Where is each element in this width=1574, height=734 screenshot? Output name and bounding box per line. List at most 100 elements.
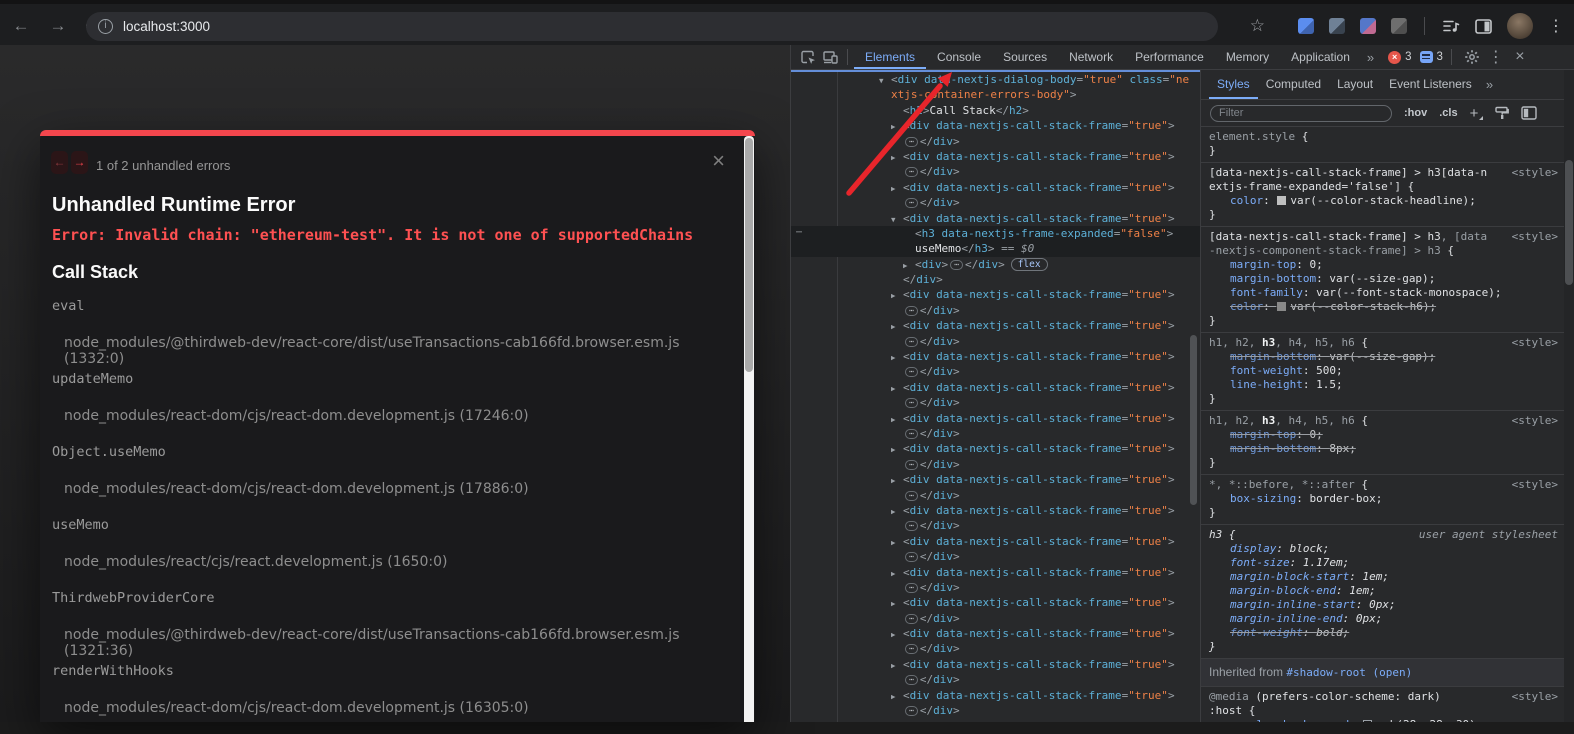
tree-row-frame_open[interactable]: ▶<div data-nextjs-call-stack-frame="true… <box>791 118 1200 133</box>
tree-row-frame_open[interactable]: ▶<div data-nextjs-call-stack-frame="true… <box>791 349 1200 364</box>
tree-row-frame_open[interactable]: ▶<div data-nextjs-call-stack-frame="true… <box>791 626 1200 641</box>
expand-arrow-icon[interactable]: ▶ <box>891 689 903 703</box>
tree-row-frame_open[interactable]: ▶<div data-nextjs-call-stack-frame="true… <box>791 441 1200 456</box>
sidebar-more-tabs-icon[interactable]: » <box>1480 77 1499 92</box>
rule-origin-link[interactable]: <style> <box>1512 166 1558 180</box>
rule-origin-link[interactable]: <style> <box>1512 230 1558 244</box>
selected-node-more-icon[interactable]: ⋯ <box>796 226 803 240</box>
collapsed-content-icon[interactable]: ⋯ <box>905 306 918 316</box>
expand-arrow-icon[interactable]: ▶ <box>903 258 915 272</box>
tree-row-h3_open[interactable]: ⋯<h3 data-nextjs-frame-expanded="false"> <box>791 226 1200 241</box>
tree-row-h2_line[interactable]: <h2>Call Stack</h2> <box>791 103 1200 118</box>
device-toolbar-icon[interactable] <box>819 47 841 67</box>
color-swatch[interactable] <box>1277 196 1286 205</box>
tree-row-frame_close[interactable]: ⋯</div> <box>791 364 1200 379</box>
dialog-scrollbar-thumb[interactable] <box>745 138 753 372</box>
collapsed-content-icon[interactable]: ⋯ <box>905 644 918 654</box>
style-property[interactable]: margin-inline-end: 0px; <box>1209 612 1556 626</box>
devtools-tab-performance[interactable]: Performance <box>1124 45 1215 69</box>
browser-menu-icon[interactable]: ⋮ <box>1548 16 1564 36</box>
back-button[interactable]: ← <box>10 16 32 36</box>
toggle-element-state-button[interactable]: :hov <box>1404 107 1427 119</box>
style-property[interactable]: margin-bottom: 8px; <box>1209 442 1556 456</box>
tree-row-root_open[interactable]: ▼<div data-nextjs-dialog-body="true" cla… <box>791 72 1200 87</box>
expand-arrow-icon[interactable]: ▶ <box>891 596 903 610</box>
tree-row-frame_open[interactable]: ▶<div data-nextjs-call-stack-frame="true… <box>791 180 1200 195</box>
tree-row-frame_open[interactable]: ▶<div data-nextjs-call-stack-frame="true… <box>791 318 1200 333</box>
style-property[interactable]: margin-bottom: var(--size-gap); <box>1209 272 1556 286</box>
rule-selector[interactable]: [data-nextjs-call-stack-frame] > h3[data… <box>1209 166 1556 194</box>
style-property[interactable]: margin-bottom: var(--size-gap); <box>1209 350 1556 364</box>
rule-selector[interactable]: element.style { <box>1209 130 1556 144</box>
bookmark-star-icon[interactable]: ☆ <box>1250 16 1265 36</box>
tree-row-frame_close[interactable]: ⋯</div> <box>791 395 1200 410</box>
tree-row-frame_close[interactable]: ⋯</div> <box>791 303 1200 318</box>
tree-row-frame_close[interactable]: ⋯</div> <box>791 672 1200 687</box>
style-property[interactable]: --color-background: rgb(28, 28, 30); <box>1209 718 1556 722</box>
tree-row-frame_open[interactable]: ▶<div data-nextjs-call-stack-frame="true… <box>791 688 1200 703</box>
devtools-tab-sources[interactable]: Sources <box>992 45 1058 69</box>
tree-row-frame_open[interactable]: ▶<div data-nextjs-call-stack-frame="true… <box>791 472 1200 487</box>
style-property[interactable]: margin-inline-start: 0px; <box>1209 598 1556 612</box>
devtools-tab-elements[interactable]: Elements <box>854 45 926 69</box>
expand-arrow-icon[interactable]: ▶ <box>891 504 903 518</box>
rule-origin-link[interactable]: <style> <box>1512 336 1558 350</box>
extension-icon-2[interactable] <box>1329 18 1345 34</box>
style-property[interactable]: margin-block-start: 1em; <box>1209 570 1556 584</box>
expand-arrow-icon[interactable]: ▶ <box>891 181 903 195</box>
inspect-element-icon[interactable] <box>797 47 819 67</box>
rule-origin-link[interactable]: <style> <box>1512 414 1558 428</box>
tree-row-frame_close[interactable]: ⋯</div> <box>791 703 1200 718</box>
site-info-icon[interactable]: i <box>98 19 113 34</box>
shadow-root-link[interactable]: #shadow-root (open) <box>1286 666 1412 679</box>
collapsed-content-icon[interactable]: ⋯ <box>905 614 918 624</box>
style-property[interactable]: margin-block-end: 1em; <box>1209 584 1556 598</box>
expand-arrow-icon[interactable]: ▶ <box>891 150 903 164</box>
expand-arrow-icon[interactable]: ▶ <box>891 319 903 333</box>
devtools-tab-network[interactable]: Network <box>1058 45 1124 69</box>
sidebar-tab-computed[interactable]: Computed <box>1258 70 1329 99</box>
expand-arrow-icon[interactable]: ▼ <box>879 73 891 87</box>
tree-row-frame_close[interactable]: ⋯</div> <box>791 164 1200 179</box>
collapsed-content-icon[interactable]: ⋯ <box>905 429 918 439</box>
tree-row-child_div[interactable]: ▶<div>⋯</div>flex <box>791 257 1200 272</box>
rule-origin-link[interactable]: <style> <box>1512 690 1558 704</box>
rule-selector[interactable]: h1, h2, h3, h4, h5, h6 { <box>1209 414 1556 428</box>
collapsed-content-icon[interactable]: ⋯ <box>905 675 918 685</box>
issues-badge[interactable]: 3 <box>1420 51 1443 63</box>
expand-arrow-icon[interactable]: ▶ <box>891 288 903 302</box>
sidebar-tab-styles[interactable]: Styles <box>1209 70 1258 99</box>
tab-audio-icon[interactable] <box>1442 18 1460 34</box>
collapsed-content-icon[interactable]: ⋯ <box>905 460 918 470</box>
devtools-tab-memory[interactable]: Memory <box>1215 45 1280 69</box>
expand-arrow-icon[interactable]: ▶ <box>891 412 903 426</box>
style-property[interactable]: margin-top: 0; <box>1209 258 1556 272</box>
expand-arrow-icon[interactable]: ▶ <box>891 350 903 364</box>
tree-row-close_div[interactable]: </div> <box>791 272 1200 287</box>
flex-badge[interactable]: flex <box>1011 258 1048 271</box>
stack-frame[interactable]: updateMemonode_modules/react-dom/cjs/rea… <box>40 369 735 442</box>
style-property[interactable]: font-weight: bold; <box>1209 626 1556 640</box>
expand-arrow-icon[interactable]: ▶ <box>891 658 903 672</box>
new-style-rule-button[interactable]: + <box>1470 105 1483 122</box>
tree-row-frame_close[interactable]: ⋯</div> <box>791 641 1200 656</box>
rule-selector[interactable]: h1, h2, h3, h4, h5, h6 { <box>1209 336 1556 350</box>
devtools-close-icon[interactable]: × <box>1508 48 1532 66</box>
style-property[interactable]: line-height: 1.5; <box>1209 378 1556 392</box>
tree-row-frame_close[interactable]: ⋯</div> <box>791 518 1200 533</box>
tree-row-frame_open[interactable]: ▶<div data-nextjs-call-stack-frame="true… <box>791 380 1200 395</box>
style-property[interactable]: display: block; <box>1209 542 1556 556</box>
collapsed-content-icon[interactable]: ⋯ <box>905 521 918 531</box>
expand-arrow-icon[interactable]: ▶ <box>891 566 903 580</box>
profile-avatar[interactable] <box>1507 13 1533 39</box>
collapsed-content-icon[interactable]: ⋯ <box>905 706 918 716</box>
tree-row-frame_close[interactable]: ⋯</div> <box>791 488 1200 503</box>
tree-row-frame_close[interactable]: ⋯</div> <box>791 134 1200 149</box>
tree-row-frame_close[interactable]: ⋯</div> <box>791 580 1200 595</box>
extension-icon-4[interactable] <box>1391 18 1407 34</box>
expand-arrow-icon[interactable]: ▶ <box>891 535 903 549</box>
prev-error-button[interactable]: ← <box>51 151 68 174</box>
sidebar-tab-layout[interactable]: Layout <box>1329 70 1381 99</box>
rendering-emulation-icon[interactable] <box>1494 106 1509 120</box>
sidebar-scrollbar-thumb[interactable] <box>1565 160 1573 285</box>
